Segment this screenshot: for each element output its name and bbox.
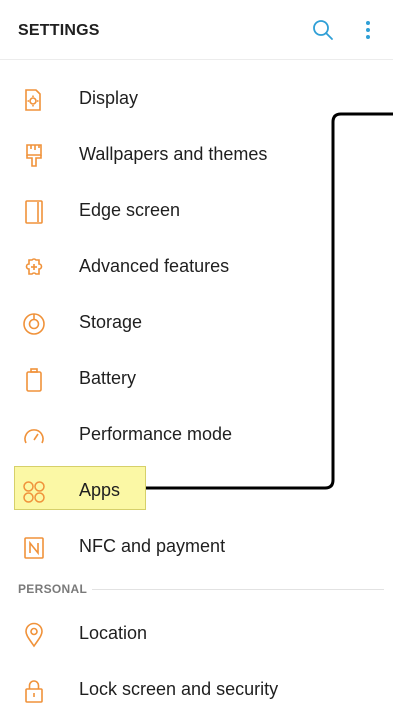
- settings-item-label: Display: [79, 88, 139, 108]
- settings-item-label: Apps: [79, 480, 121, 500]
- storage-icon: [20, 310, 48, 338]
- page-title: SETTINGS: [18, 22, 100, 39]
- search-icon: [313, 20, 333, 40]
- settings-item-display[interactable]: Display: [0, 72, 393, 128]
- search-button[interactable]: [309, 16, 337, 44]
- app-header: SETTINGS: [0, 0, 393, 60]
- settings-item-label: Battery: [79, 368, 137, 388]
- paintbrush-icon: [20, 142, 48, 170]
- settings-item-label: Advanced features: [79, 256, 230, 276]
- settings-item-wallpapers[interactable]: Wallpapers and themes: [0, 128, 393, 184]
- settings-item-storage[interactable]: Storage: [0, 296, 393, 352]
- settings-item-performance-mode[interactable]: Performance mode: [0, 408, 393, 464]
- battery-icon: [20, 366, 48, 394]
- section-divider: [92, 589, 384, 590]
- settings-item-label: Performance mode: [79, 424, 233, 444]
- apps-grid-icon: [20, 478, 48, 506]
- gauge-icon: [20, 422, 48, 450]
- more-options-button[interactable]: [354, 16, 382, 44]
- settings-item-nfc-payment[interactable]: NFC and payment: [0, 520, 393, 576]
- settings-item-edge-screen[interactable]: Edge screen: [0, 184, 393, 240]
- lock-icon: [20, 677, 48, 705]
- puzzle-plus-icon: [20, 254, 48, 282]
- settings-item-battery[interactable]: Battery: [0, 352, 393, 408]
- settings-item-location[interactable]: Location: [0, 607, 393, 663]
- settings-item-lock-screen[interactable]: Lock screen and security: [0, 663, 393, 719]
- location-pin-icon: [20, 621, 48, 649]
- settings-item-label: NFC and payment: [79, 536, 226, 556]
- settings-item-label: Edge screen: [79, 200, 181, 220]
- edge-screen-icon: [20, 198, 48, 226]
- settings-item-advanced-features[interactable]: Advanced features: [0, 240, 393, 296]
- section-header-personal: PERSONAL: [18, 582, 88, 596]
- settings-item-apps[interactable]: Apps: [0, 464, 393, 520]
- display-icon: [20, 86, 48, 114]
- settings-item-label: Lock screen and security: [79, 679, 279, 699]
- settings-item-label: Wallpapers and themes: [79, 144, 268, 164]
- settings-item-label: Location: [79, 623, 148, 643]
- nfc-icon: [20, 534, 48, 562]
- more-vertical-icon: [366, 21, 370, 39]
- settings-item-label: Storage: [79, 312, 143, 332]
